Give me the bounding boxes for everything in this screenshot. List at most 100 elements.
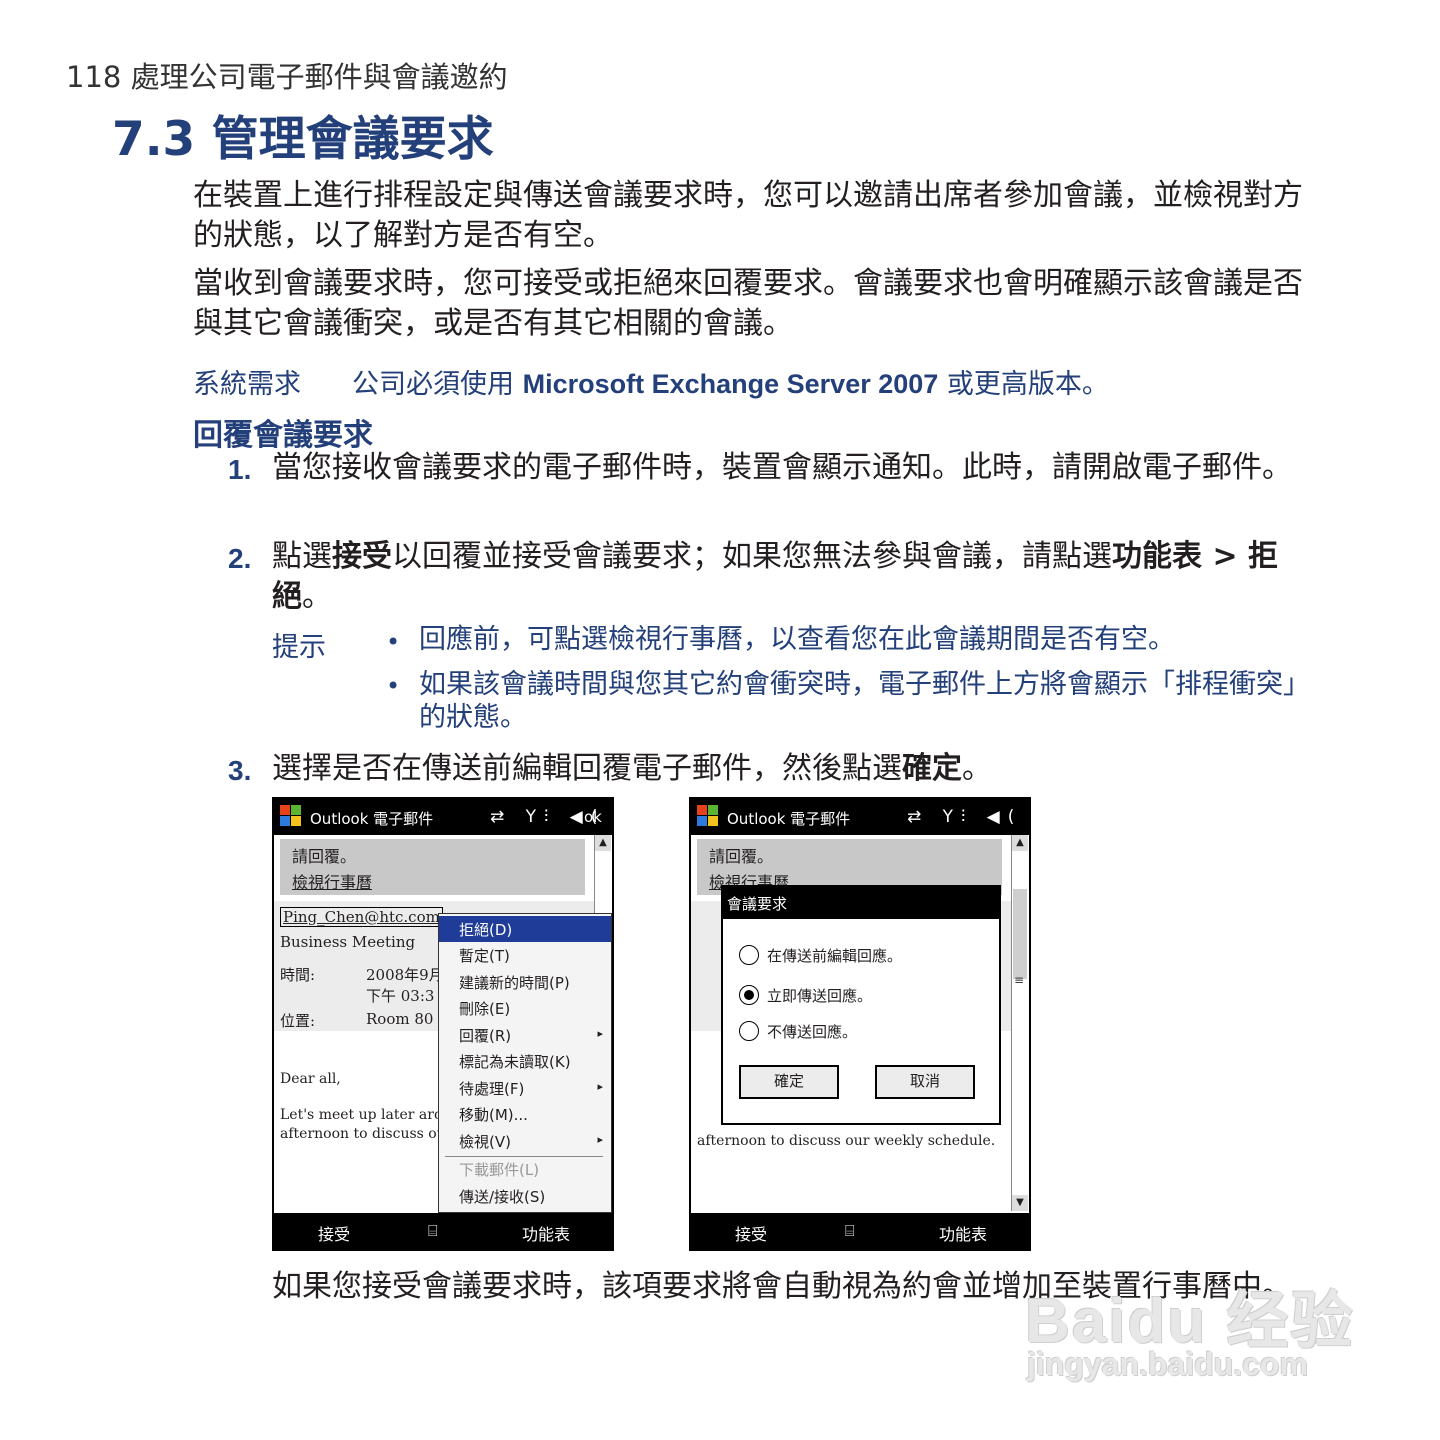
menu-item-tentative[interactable]: 暫定(T) — [439, 942, 611, 968]
submenu-arrow-icon: ▸ — [597, 1080, 603, 1093]
tip-label: 提示 — [272, 632, 326, 663]
menu-item-move[interactable]: 移動(M)... — [439, 1101, 611, 1127]
menu-item-label: 檢視(V) — [459, 1133, 511, 1151]
menu-item-label: 建議新的時間(P) — [459, 974, 570, 992]
title-bar: Outlook 電子郵件 ⇄ Y⫶ ◀( — [691, 799, 1029, 835]
section-title: 7.3 管理會議要求 — [112, 112, 494, 167]
location-value: Room 80 — [366, 1010, 434, 1028]
requirement-product: Microsoft Exchange Server 2007 — [522, 369, 939, 399]
requirement-text-after: 或更高版本。 — [938, 369, 1109, 400]
radio-edit-before-send[interactable] — [739, 945, 759, 965]
tip-bullet: • — [386, 672, 401, 700]
menu-item-label: 下載郵件(L) — [459, 1161, 540, 1179]
intro-paragraph-1: 在裝置上進行排程設定與傳送會議要求時，您可以邀請出席者參加會議，並檢視對方的狀態… — [193, 178, 1303, 253]
scroll-thumb[interactable] — [1013, 889, 1027, 979]
intro-paragraph-2: 當收到會議要求時，您可接受或拒絕來回覆要求。會議要求也會明確顯示該會議是否與其它… — [193, 266, 1303, 341]
keyboard-icon[interactable]: ⌸ — [428, 1221, 438, 1241]
option-label: 立即傳送回應。 — [767, 987, 873, 1005]
menu-item-download: 下載郵件(L) — [439, 1156, 611, 1182]
meeting-subject: Business Meeting — [280, 933, 416, 951]
option-label: 不傳送回應。 — [767, 1023, 858, 1041]
reply-prompt: 請回覆。 — [709, 847, 774, 866]
time-value: 下午 03:3 — [366, 987, 435, 1005]
scrollbar[interactable]: ▲ ≡ ▼ — [1011, 835, 1029, 1211]
menu-item-reply[interactable]: 回覆(R) ▸ — [439, 1022, 611, 1048]
watermark-url: jingyan.baidu.com — [1027, 1346, 1308, 1382]
step-text-part: 以回覆並接受會議要求；如果您無法參與會議，請點選 — [392, 539, 1112, 574]
requirement-text-before: 公司必須使用 — [352, 369, 523, 400]
dialog-title-bar: 會議要求 — [723, 887, 999, 919]
tip-bullet: • — [386, 628, 401, 656]
requirement-label: 系統需求 — [193, 369, 301, 400]
radio-send-now[interactable] — [739, 985, 759, 1005]
menu-item-label: 拒絕(D) — [459, 921, 513, 939]
menu-softkey[interactable]: 功能表 — [939, 1221, 987, 1245]
body-greeting: Dear all, — [280, 1071, 341, 1087]
submenu-arrow-icon: ▸ — [597, 1027, 603, 1040]
meeting-request-dialog: 會議要求 在傳送前編輯回應。 立即傳送回應。 不傳送回應。 確定 取消 — [721, 885, 1001, 1125]
menu-item-label: 待處理(F) — [459, 1080, 525, 1098]
scroll-down-icon[interactable]: ▼ — [1012, 1195, 1028, 1211]
tip-text: 回應前，可點選檢視行事曆，以查看您在此會議期間是否有空。 — [419, 624, 1175, 655]
step-text: 當您接收會議要求的電子郵件時，裝置會顯示通知。此時，請開啟電子郵件。 — [272, 450, 1292, 485]
running-head: 118 處理公司電子郵件與會議邀約 — [66, 60, 508, 94]
app-title: Outlook 電子郵件 — [310, 810, 434, 828]
step-text: 點選接受以回覆並接受會議要求；如果您無法參與會議，請點選功能表 > 拒絕。 — [272, 537, 1312, 617]
soft-key-bar: 接受 ⌸ 功能表 — [274, 1213, 612, 1249]
option-label: 在傳送前編輯回應。 — [767, 947, 903, 965]
reply-prompt: 請回覆。 — [292, 847, 357, 866]
screenshot-dialog: Outlook 電子郵件 ⇄ Y⫶ ◀( 請回覆。 檢視行事曆 afternoo… — [689, 797, 1031, 1251]
context-menu: 拒絕(D) 暫定(T) 建議新的時間(P) 刪除(E) 回覆(R) ▸ 標記為未讀… — [438, 913, 612, 1213]
step-number: 3. — [228, 755, 252, 786]
soft-key-bar: 接受 ⌸ 功能表 — [691, 1213, 1029, 1249]
scroll-up-icon[interactable]: ▲ — [1012, 835, 1028, 851]
menu-item-send-receive[interactable]: 傳送/接收(S) — [439, 1183, 611, 1209]
sender-address[interactable]: Ping_Chen@htc.com — [280, 907, 443, 927]
body-line: Let's meet up later aroun — [280, 1107, 461, 1123]
menu-item-label: 標記為未讀取(K) — [459, 1053, 571, 1071]
menu-item-view[interactable]: 檢視(V) ▸ — [439, 1128, 611, 1154]
ok-term: 確定 — [902, 751, 962, 786]
accept-term: 接受 — [332, 539, 392, 574]
step-text: 選擇是否在傳送前編輯回覆電子郵件，然後點選確定。 — [272, 749, 1312, 789]
step-text-part: 。 — [962, 751, 992, 786]
title-bar: Outlook 電子郵件 ⇄ Y⫶ ◀( ok — [274, 799, 612, 835]
menu-item-label: 回覆(R) — [459, 1027, 512, 1045]
windows-start-icon[interactable] — [697, 805, 719, 827]
scroll-up-icon[interactable]: ▲ — [595, 835, 611, 851]
step-text-part: 選擇是否在傳送前編輯回覆電子郵件，然後點選 — [272, 751, 902, 786]
time-label: 時間: — [280, 966, 316, 984]
body-line: afternoon to discuss our weekly schedule… — [697, 1133, 996, 1149]
keyboard-icon[interactable]: ⌸ — [845, 1221, 855, 1241]
menu-item-label: 刪除(E) — [459, 1000, 511, 1018]
menu-item-propose-time[interactable]: 建議新的時間(P) — [439, 969, 611, 995]
step-number: 2. — [228, 543, 252, 574]
menu-softkey[interactable]: 功能表 — [522, 1221, 570, 1245]
submenu-arrow-icon: ▸ — [597, 1133, 603, 1146]
time-value: 2008年9月 — [366, 966, 444, 984]
baidu-watermark: Baidu 经验 jingyan.baidu.com — [1025, 1270, 1355, 1390]
location-label: 位置: — [280, 1012, 316, 1030]
menu-item-delete[interactable]: 刪除(E) — [439, 995, 611, 1021]
menu-item-mark-unread[interactable]: 標記為未讀取(K) — [439, 1048, 611, 1074]
accept-softkey[interactable]: 接受 — [735, 1221, 767, 1245]
tip-text: 如果該會議時間與您其它約會衝突時，電子郵件上方將會顯示「排程衝突」的狀態。 — [419, 669, 1297, 733]
dialog-title: 會議要求 — [727, 895, 788, 913]
cancel-button[interactable]: 取消 — [875, 1065, 975, 1099]
menu-item-label: 移動(M)... — [459, 1106, 528, 1124]
step-number: 1. — [228, 454, 252, 485]
step-text-part: 。 — [302, 579, 332, 614]
ok-button[interactable]: ok — [584, 808, 602, 826]
status-icons: ⇄ Y⫶ ◀( — [907, 807, 1023, 827]
menu-item-follow-up[interactable]: 待處理(F) ▸ — [439, 1075, 611, 1101]
body-line: afternoon to discuss our — [280, 1126, 453, 1142]
menu-item-decline[interactable]: 拒絕(D) — [439, 916, 611, 942]
screenshot-menu: Outlook 電子郵件 ⇄ Y⫶ ◀( ok 請回覆。 檢視行事曆 Ping_… — [272, 797, 614, 1251]
radio-dont-send[interactable] — [739, 1021, 759, 1041]
app-title: Outlook 電子郵件 — [727, 810, 851, 828]
ok-button[interactable]: 確定 — [739, 1065, 839, 1099]
accept-softkey[interactable]: 接受 — [318, 1221, 350, 1245]
view-calendar-link[interactable]: 檢視行事曆 — [292, 869, 372, 893]
menu-item-label: 傳送/接收(S) — [459, 1188, 546, 1206]
windows-start-icon[interactable] — [280, 805, 302, 827]
